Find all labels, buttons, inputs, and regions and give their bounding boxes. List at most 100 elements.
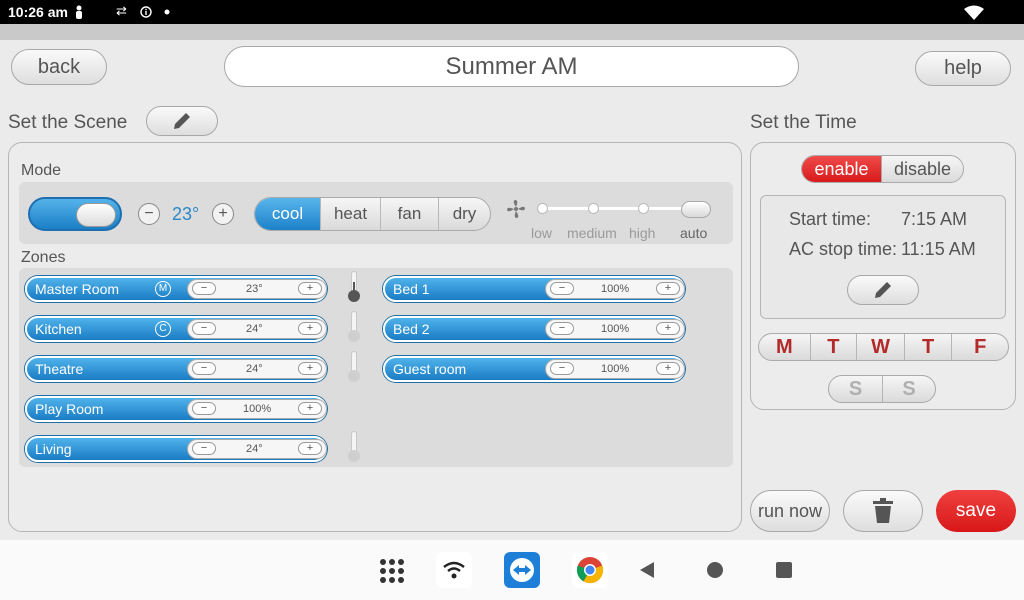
app-drawer-icon[interactable]	[377, 556, 407, 586]
day-tuesday[interactable]: T	[809, 334, 857, 360]
zone-bed-1[interactable]: Bed 1 − 100% +	[383, 276, 685, 302]
toggle-knob	[76, 203, 116, 227]
zone-name: Play Room	[35, 401, 104, 417]
zone-minus-button[interactable]: −	[192, 282, 216, 295]
day-sunday[interactable]: S	[881, 376, 935, 402]
zone-master-room[interactable]: Master Room M − 23° +	[25, 276, 327, 302]
zone-plus-button[interactable]: +	[298, 362, 322, 375]
fan-medium-label: medium	[567, 225, 617, 241]
zone-control: − 24° +	[187, 319, 327, 339]
zone-plus-button[interactable]: +	[656, 362, 680, 375]
zone-control: − 100% +	[187, 399, 327, 419]
zone-plus-button[interactable]: +	[298, 402, 322, 415]
zone-name: Guest room	[393, 361, 467, 377]
zone-value: 24°	[246, 363, 263, 375]
day-thursday[interactable]: T	[903, 334, 952, 360]
zone-plus-button[interactable]: +	[656, 322, 680, 335]
fan-speed-handle[interactable]	[681, 201, 711, 218]
temp-plus-button[interactable]: +	[212, 203, 234, 225]
zone-value: 23°	[246, 283, 263, 295]
zone-minus-button[interactable]: −	[192, 362, 216, 375]
top-divider	[0, 24, 1024, 40]
zone-value: 24°	[246, 443, 263, 455]
delete-button[interactable]	[843, 490, 923, 532]
day-saturday[interactable]: S	[829, 376, 882, 402]
mode-label: Mode	[21, 162, 62, 179]
mode-dry-button[interactable]: dry	[438, 198, 490, 230]
thermometer-icon	[348, 271, 360, 302]
help-button[interactable]: help	[915, 51, 1011, 86]
back-nav-icon[interactable]	[636, 560, 658, 580]
fan-low-stop[interactable]	[537, 203, 548, 214]
zone-control: − 100% +	[545, 279, 685, 299]
zone-control: − 100% +	[545, 359, 685, 379]
zone-name: Living	[35, 441, 72, 457]
fan-high-stop[interactable]	[638, 203, 649, 214]
edit-scene-button[interactable]	[146, 106, 218, 136]
home-nav-icon[interactable]	[704, 560, 726, 580]
thermometer-icon	[348, 311, 360, 342]
zone-guest-room[interactable]: Guest room − 100% +	[383, 356, 685, 382]
fan-speed-track[interactable]	[542, 207, 697, 210]
thermometer-icon	[348, 431, 360, 462]
zone-name: Bed 1	[393, 281, 430, 297]
data-transfer-icon: ⇄	[116, 3, 127, 18]
zone-value: 100%	[243, 403, 272, 415]
start-time-label: Start time:	[789, 209, 872, 229]
zone-minus-button[interactable]: −	[192, 442, 216, 455]
mode-heat-button[interactable]: heat	[320, 198, 380, 230]
zone-minus-button[interactable]: −	[550, 362, 574, 375]
temp-minus-button[interactable]: −	[138, 203, 160, 225]
recents-nav-icon[interactable]	[773, 560, 795, 580]
zone-control: − 24° +	[187, 439, 327, 459]
zone-minus-button[interactable]: −	[192, 322, 216, 335]
zone-minus-button[interactable]: −	[192, 402, 216, 415]
mode-cool-button[interactable]: cool	[255, 198, 320, 230]
day-friday[interactable]: F	[951, 334, 1008, 360]
zone-plus-button[interactable]: +	[656, 282, 680, 295]
zone-control: − 24° +	[187, 359, 327, 379]
edit-time-button[interactable]	[847, 275, 919, 305]
zone-bed-2[interactable]: Bed 2 − 100% +	[383, 316, 685, 342]
zone-theatre[interactable]: Theatre − 24° +	[25, 356, 327, 382]
zone-plus-button[interactable]: +	[298, 322, 322, 335]
weekday-selector: M T W T F	[758, 333, 1009, 361]
teamviewer-app-icon[interactable]	[504, 552, 540, 588]
zone-plus-button[interactable]: +	[298, 282, 322, 295]
info-icon	[140, 6, 152, 18]
save-button[interactable]: save	[936, 490, 1016, 532]
fan-high-label: high	[629, 225, 656, 241]
zone-value: 100%	[601, 323, 630, 335]
zone-value: 24°	[246, 323, 263, 335]
pencil-icon	[875, 282, 891, 298]
fan-medium-stop[interactable]	[588, 203, 599, 214]
status-time: 10:26 am	[8, 4, 68, 20]
enable-toggle: enable disable	[801, 155, 964, 183]
zone-minus-button[interactable]: −	[550, 322, 574, 335]
master-zone-icon: M	[155, 281, 171, 297]
zone-minus-button[interactable]: −	[550, 282, 574, 295]
mode-power-toggle[interactable]	[28, 197, 122, 231]
back-button[interactable]: back	[11, 49, 107, 85]
day-wednesday[interactable]: W	[856, 334, 904, 360]
zone-living[interactable]: Living − 24° +	[25, 436, 327, 462]
day-monday[interactable]: M	[759, 334, 810, 360]
mode-fan-button[interactable]: fan	[380, 198, 438, 230]
zone-plus-button[interactable]: +	[298, 442, 322, 455]
enable-button[interactable]: enable	[802, 156, 882, 182]
scene-title-field[interactable]: Summer AM	[224, 46, 799, 87]
zone-kitchen[interactable]: Kitchen C − 24° +	[25, 316, 327, 342]
fan-low-label: low	[531, 225, 553, 241]
zone-control: − 23° +	[187, 279, 327, 299]
chrome-app-icon[interactable]	[572, 552, 608, 588]
disable-button[interactable]: disable	[881, 156, 963, 182]
run-now-button[interactable]: run now	[750, 490, 830, 532]
status-bar: 10:26 am ⇄	[0, 0, 1024, 24]
wifi-app-icon[interactable]	[436, 552, 472, 588]
pencil-icon	[174, 113, 190, 129]
zone-play-room[interactable]: Play Room − 100% +	[25, 396, 327, 422]
zone-control: − 100% +	[545, 319, 685, 339]
zone-value: 100%	[601, 363, 630, 375]
zones-label: Zones	[21, 249, 66, 266]
person-icon	[76, 5, 82, 19]
